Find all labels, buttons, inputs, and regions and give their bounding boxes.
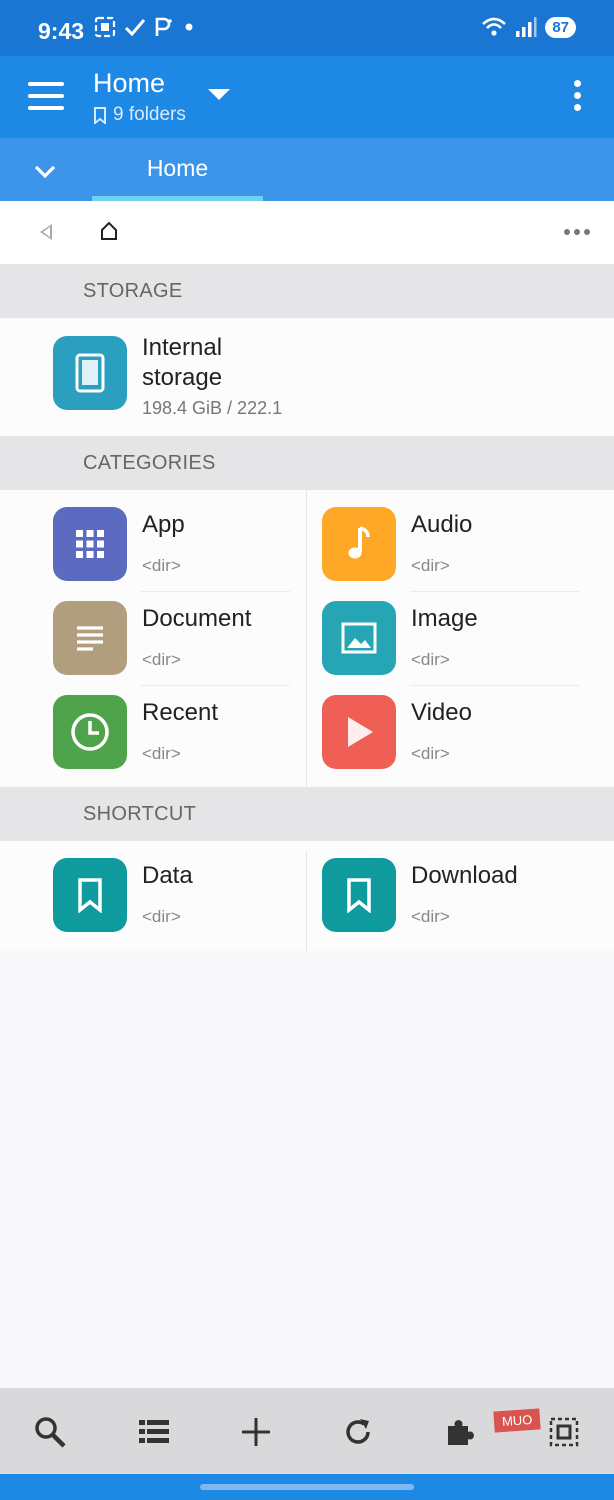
category-sub: <dir> — [411, 744, 450, 763]
tab-home[interactable]: Home — [92, 138, 263, 201]
apps-grid-icon — [53, 507, 127, 581]
select-icon — [549, 1417, 579, 1447]
overflow-menu-icon[interactable] — [572, 80, 582, 114]
bookmark-icon — [322, 858, 396, 932]
status-system-icons: 87 — [481, 16, 576, 38]
bookmark-icon — [53, 858, 127, 932]
category-sub: <dir> — [142, 744, 181, 763]
path-more-icon[interactable] — [564, 229, 590, 235]
list-view-icon — [139, 1420, 169, 1443]
category-sub: <dir> — [411, 650, 450, 669]
signal-icon — [516, 17, 537, 37]
hamburger-menu-icon[interactable] — [28, 82, 64, 110]
shortcuts-grid: Data <dir> Download <dir> — [0, 841, 614, 951]
battery-level: 87 — [545, 16, 576, 38]
add-icon — [242, 1418, 270, 1446]
category-recent[interactable]: Recent <dir> — [0, 685, 307, 779]
tab-bar: Home — [0, 138, 614, 201]
folder-count: 9 folders — [113, 104, 186, 125]
section-header-shortcut: SHORTCUT — [0, 787, 614, 841]
status-bar: 9:43 87 — [0, 0, 614, 56]
storage-size: 198.4 GiB / 222.1 — [142, 398, 283, 418]
search-button[interactable] — [30, 1412, 70, 1452]
plugin-icon — [448, 1420, 474, 1445]
category-image[interactable]: Image <dir> — [307, 591, 614, 685]
path-bar — [0, 201, 614, 264]
page-subtitle: 9 folders — [93, 104, 186, 126]
internal-storage-item[interactable]: Internal storage 198.4 GiB / 222.1 — [0, 319, 614, 436]
system-nav-bar — [0, 1474, 614, 1500]
dot-icon — [185, 23, 193, 31]
clock-icon — [53, 695, 127, 769]
section-header-storage: STORAGE — [0, 264, 614, 318]
home-gesture-pill[interactable] — [200, 1484, 414, 1490]
category-label: Video — [411, 699, 472, 726]
category-video[interactable]: Video <dir> — [307, 685, 614, 779]
shortcut-data[interactable]: Data <dir> — [0, 848, 307, 942]
watermark-logo: MUO — [493, 1408, 542, 1433]
plugin-button[interactable] — [440, 1412, 480, 1452]
chevron-down-icon[interactable] — [34, 157, 56, 179]
shortcut-sub: <dir> — [142, 907, 181, 926]
document-icon — [53, 601, 127, 675]
bottom-toolbar — [0, 1388, 614, 1474]
category-audio[interactable]: Audio <dir> — [307, 497, 614, 591]
select-button[interactable] — [544, 1412, 584, 1452]
storage-name: Internal storage — [142, 334, 223, 391]
category-document[interactable]: Document <dir> — [0, 591, 307, 685]
home-icon[interactable] — [100, 221, 118, 241]
category-sub: <dir> — [142, 556, 181, 575]
category-label: Document — [142, 605, 252, 632]
category-sub: <dir> — [142, 650, 181, 669]
tab-home-label: Home — [146, 155, 209, 181]
back-arrow-icon[interactable] — [40, 224, 52, 240]
add-button[interactable] — [236, 1412, 276, 1452]
category-label: Audio — [411, 511, 473, 538]
search-icon — [35, 1417, 66, 1448]
wifi-icon — [482, 17, 507, 36]
section-header-categories: CATEGORIES — [0, 436, 614, 490]
categories-grid: App <dir> Audio <dir> Document <dir> Ima… — [0, 490, 614, 786]
check-icon — [124, 19, 146, 37]
storage-tile — [53, 336, 127, 410]
music-note-icon — [322, 507, 396, 581]
status-time: 9:43 — [38, 18, 85, 44]
bookmark-small-icon — [94, 106, 106, 124]
app-bar: Home 9 folders — [0, 56, 614, 138]
page-title: Home — [93, 68, 166, 98]
shortcut-sub: <dir> — [411, 907, 450, 926]
shortcut-label: Data — [142, 862, 193, 889]
category-label: Image — [411, 605, 478, 632]
refresh-icon — [346, 1419, 370, 1444]
screenshot-icon — [94, 16, 116, 38]
category-label: Recent — [142, 699, 219, 726]
shortcut-label: Download — [411, 862, 518, 889]
status-notification-icons — [94, 16, 196, 38]
dropdown-arrow-icon[interactable] — [208, 89, 230, 100]
shortcut-download[interactable]: Download <dir> — [307, 848, 614, 942]
category-label: App — [142, 511, 185, 538]
p-icon — [155, 17, 172, 36]
refresh-button[interactable] — [338, 1412, 378, 1452]
category-sub: <dir> — [411, 556, 450, 575]
category-app[interactable]: App <dir> — [0, 497, 307, 591]
play-icon — [322, 695, 396, 769]
image-icon — [322, 601, 396, 675]
tablet-icon — [75, 353, 105, 393]
list-view-button[interactable] — [134, 1412, 174, 1452]
